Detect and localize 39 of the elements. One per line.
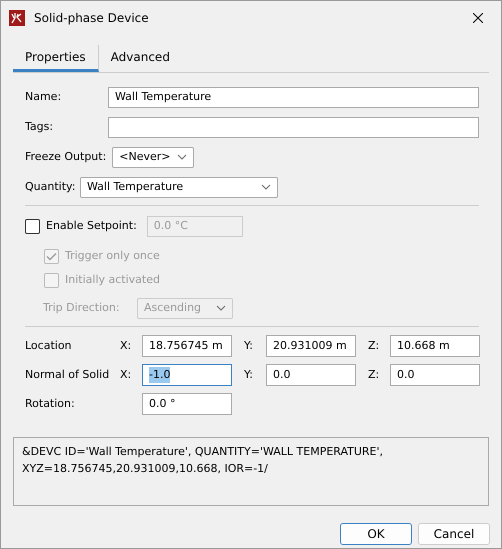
chevron-down-icon [177, 154, 188, 160]
field-label: Trigger only once [65, 248, 160, 264]
field-label: Quantity: [25, 178, 74, 195]
field-label: X: [120, 366, 132, 383]
dialog-button[interactable]: OK [340, 523, 412, 545]
field-label: Initially activated [65, 272, 160, 288]
window-title: Solid-phase Device [34, 10, 149, 26]
coordinate-field[interactable]: 20.931009 m [266, 335, 356, 357]
field-label: Name: [25, 88, 62, 105]
coordinate-field[interactable]: 10.668 m [390, 335, 480, 357]
field-label: Enable Setpoint: [46, 218, 137, 234]
app-logo-icon [9, 10, 25, 26]
field-label: Z: [368, 366, 380, 383]
field-label: Trip Direction: [43, 300, 121, 316]
tags-field[interactable] [108, 116, 479, 138]
rotation-field[interactable]: 0.0 ° [142, 393, 232, 415]
field-label: Rotation: [25, 396, 76, 412]
field-label: Tags: [25, 118, 54, 135]
coordinate-field[interactable]: 0.0 [390, 364, 480, 386]
chevron-down-icon [216, 305, 226, 311]
coordinate-field[interactable]: -1.0 [142, 364, 232, 386]
coordinate-field[interactable]: 18.756745 m [142, 335, 232, 357]
field-label: Z: [368, 338, 380, 354]
chevron-down-icon [261, 184, 271, 190]
field-label: Y: [244, 338, 254, 354]
field-label: Normal of Solid [25, 366, 110, 383]
field-label: Freeze Output: [25, 148, 106, 165]
dropdown[interactable]: <Never> [112, 146, 194, 168]
tab[interactable]: Properties [13, 45, 99, 72]
close-icon [473, 12, 483, 22]
field-label: Location [25, 338, 73, 354]
field-label: X: [120, 338, 132, 354]
preview-text-area: &DEVC ID='Wall Temperature', QUANTITY='WALL TEMPERATURE', XYZ=18.756745,20.931009,10.668, IOR=-1/ [13, 437, 489, 506]
field-label: Y: [244, 366, 254, 383]
coordinate-field[interactable]: 0.0 [266, 364, 356, 386]
tab[interactable]: Advanced [98, 45, 182, 72]
dropdown[interactable]: Wall Temperature [80, 176, 278, 198]
dialog-button[interactable]: Cancel [418, 523, 490, 545]
name-field[interactable]: Wall Temperature [108, 86, 479, 108]
